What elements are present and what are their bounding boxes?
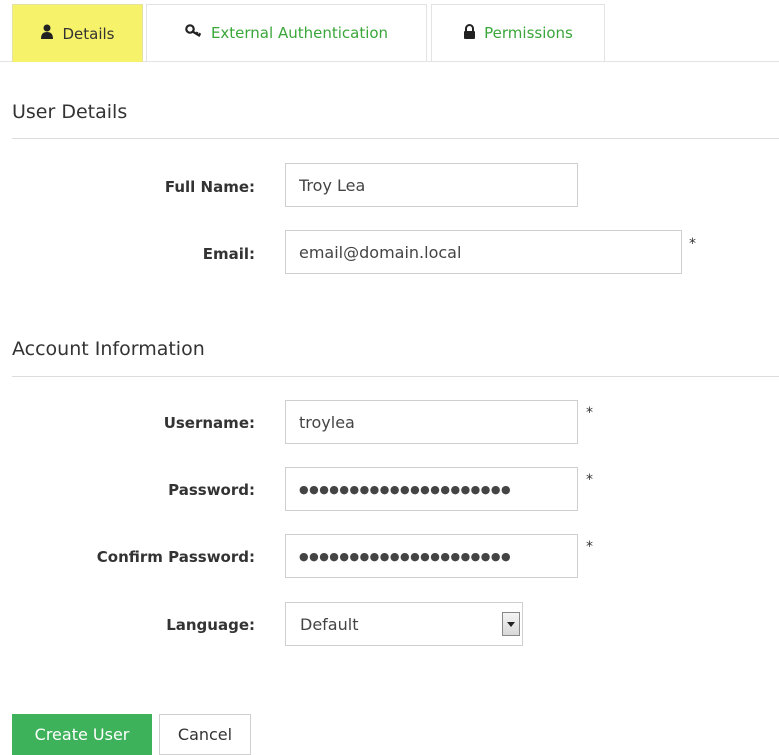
confirm-password-required-marker: * (586, 539, 593, 555)
cancel-button[interactable]: Cancel (159, 714, 251, 755)
tab-bar: Details External Authentication Permissi… (0, 0, 779, 62)
full-name-label: Full Name: (164, 178, 255, 196)
language-label: Language: (166, 616, 255, 634)
user-details-title: User Details (12, 101, 128, 123)
tab-external-authentication-label: External Authentication (210, 24, 389, 42)
tab-permissions-label: Permissions (484, 24, 573, 42)
username-required-marker: * (586, 405, 593, 421)
language-select-value: Default (300, 615, 359, 634)
full-name-input[interactable] (285, 163, 578, 207)
username-label: Username: (163, 414, 255, 432)
lock-icon (463, 23, 484, 43)
key-icon (185, 24, 211, 42)
user-details-divider (12, 138, 779, 139)
password-label: Password: (168, 481, 255, 499)
email-required-marker: * (689, 236, 696, 252)
account-information-title: Account Information (12, 338, 205, 360)
create-user-button[interactable]: Create User (12, 714, 152, 755)
confirm-password-input[interactable] (285, 534, 578, 578)
user-icon (40, 24, 62, 43)
tab-details[interactable]: Details (12, 4, 143, 62)
email-input[interactable] (285, 230, 682, 274)
username-input[interactable] (285, 400, 578, 444)
tab-details-label: Details (62, 24, 115, 43)
account-information-divider (12, 376, 779, 377)
tab-external-authentication[interactable]: External Authentication (146, 4, 427, 61)
language-select[interactable]: Default (285, 602, 523, 646)
dropdown-arrow-icon[interactable] (502, 612, 520, 636)
tab-permissions[interactable]: Permissions (431, 4, 605, 61)
password-required-marker: * (586, 472, 593, 488)
password-input[interactable] (285, 467, 578, 511)
confirm-password-label: Confirm Password: (96, 548, 255, 566)
email-label: Email: (202, 245, 255, 263)
